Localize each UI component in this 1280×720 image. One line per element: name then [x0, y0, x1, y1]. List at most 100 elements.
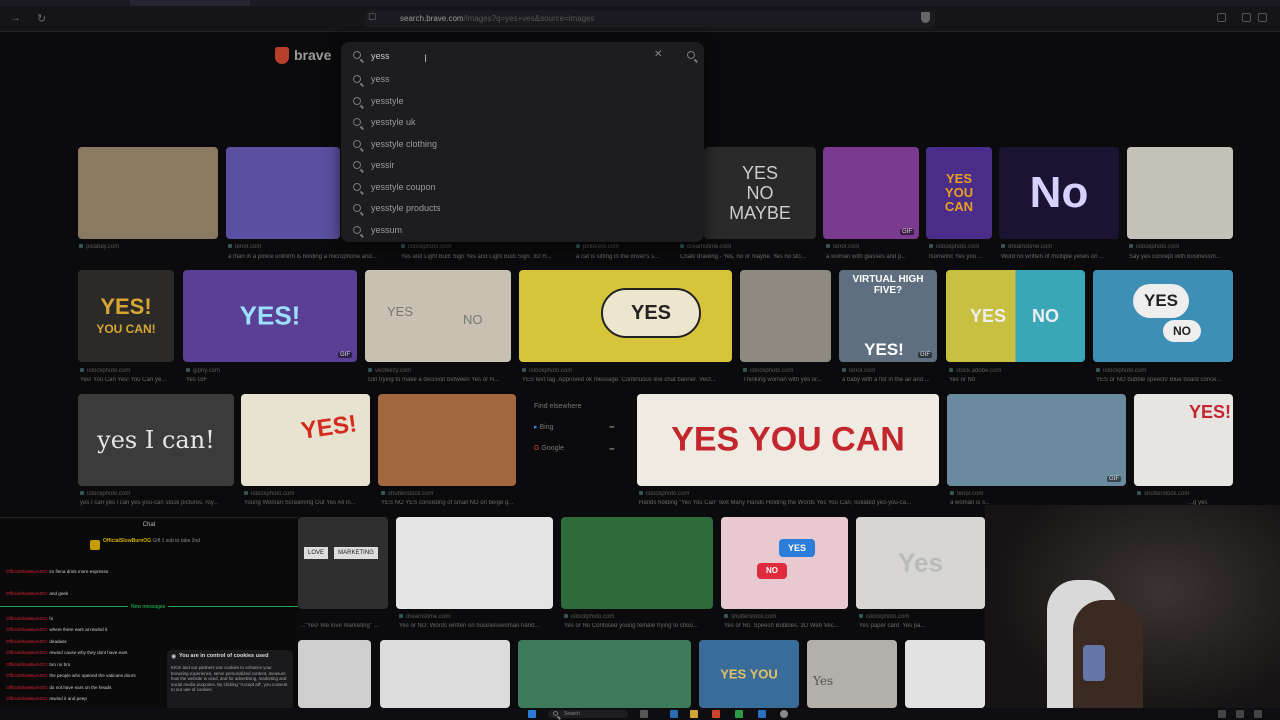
result-source[interactable]: stock.adobe.com	[949, 368, 1087, 374]
search-input[interactable]	[371, 48, 641, 63]
result-caption[interactable]: Yes or NO: Words written on businesswoma…	[399, 623, 555, 629]
xbox-icon[interactable]	[735, 710, 743, 718]
brave-logo[interactable]: brave	[275, 46, 331, 64]
reload-icon[interactable]: ↻	[37, 12, 46, 25]
result-image[interactable]	[378, 394, 516, 486]
result-caption[interactable]: Chalk drawing - Yes, no or maybe. Yes no…	[680, 254, 820, 260]
brave-shield-icon[interactable]	[921, 12, 930, 23]
result-caption[interactable]: Word no written of multiple yeses on ...	[1001, 254, 1123, 260]
forward-icon[interactable]: →	[10, 12, 21, 24]
share-icon[interactable]: ➦	[609, 445, 615, 453]
result-source[interactable]: dreamstime.com	[680, 244, 800, 250]
result-caption[interactable]: a woman with glasses and p...	[826, 254, 926, 260]
result-caption[interactable]: ..."Yes! We love marketing" ...	[300, 623, 390, 629]
find-bing-link[interactable]: ▸ Bing	[534, 423, 553, 431]
result-image[interactable]: YES NO MAYBE	[704, 147, 816, 239]
address-bar[interactable]: ☐ search.brave.com/images?q=yes+ves&sour…	[365, 10, 935, 27]
result-image[interactable]: GIF	[947, 394, 1126, 486]
result-caption[interactable]: Isometric Yes you ...	[929, 254, 997, 260]
result-caption[interactable]: Yes or No	[949, 377, 1087, 383]
network-icon[interactable]	[1236, 710, 1244, 718]
result-caption[interactable]: YES text tag. Approved ok message. Conti…	[522, 377, 734, 383]
result-source[interactable]: tenor.com	[842, 368, 940, 374]
result-image[interactable]: YES YOU	[699, 640, 799, 708]
volume-icon[interactable]	[1254, 710, 1262, 718]
result-image[interactable]	[518, 640, 691, 708]
result-source[interactable]: istockphoto.com	[401, 244, 521, 250]
result-source[interactable]: shutterstock.com	[381, 491, 517, 497]
tray-chevron-icon[interactable]	[1218, 710, 1226, 718]
result-source[interactable]: shutterstock.com	[724, 614, 850, 620]
result-source[interactable]: tenor.com	[826, 244, 922, 250]
result-image[interactable]: YES! GIF	[183, 270, 357, 362]
playlist-icon[interactable]	[1242, 13, 1251, 22]
search-submit-icon[interactable]	[687, 51, 695, 59]
result-caption[interactable]: Yes or No. Speech Bubbles. 3D Web Vec...	[724, 623, 850, 629]
result-caption[interactable]: Thinking woman with yes or...	[743, 377, 833, 383]
clear-icon[interactable]: ✕	[654, 49, 662, 60]
result-image[interactable]	[905, 640, 985, 708]
result-image[interactable]: No	[999, 147, 1119, 239]
result-caption[interactable]: YES NO YES consisting of small NO on bei…	[381, 500, 517, 506]
result-image[interactable]: Yes	[807, 640, 897, 708]
result-caption[interactable]: Girl trying to make a decision between Y…	[368, 377, 514, 383]
result-caption[interactable]: Yes GIF	[186, 377, 286, 383]
result-image[interactable]: VIRTUAL HIGH FIVE? YES! GIF	[839, 270, 937, 362]
result-source[interactable]: istockphoto.com	[859, 614, 985, 620]
result-source[interactable]: istockphoto.com	[564, 614, 714, 620]
result-caption[interactable]: Say yes concept with businessm...	[1129, 254, 1235, 260]
result-image[interactable]: YES NO	[721, 517, 848, 609]
result-image[interactable]: YES!	[241, 394, 370, 486]
result-source[interactable]: istockphoto.com	[80, 368, 176, 374]
result-source[interactable]: istockphoto.com	[80, 491, 230, 497]
suggestion-item[interactable]: yess	[341, 69, 704, 90]
suggestion-item[interactable]: yesstyle clothing	[341, 134, 704, 155]
result-image[interactable]	[78, 147, 218, 239]
result-caption[interactable]: Young Woman Screaming Out Yes All In...	[244, 500, 370, 506]
result-caption[interactable]: YES or NO bubble speech/ Blue board conc…	[1096, 377, 1234, 383]
result-source[interactable]: pinterest.com	[576, 244, 696, 250]
task-view-icon[interactable]	[640, 710, 648, 718]
result-image[interactable]: YES	[519, 270, 732, 362]
result-image[interactable]	[740, 270, 831, 362]
result-source[interactable]: istockphoto.com	[639, 491, 839, 497]
result-caption[interactable]: a cat is sitting in the driver's s...	[576, 254, 676, 260]
result-source[interactable]: istockphoto.com	[522, 368, 662, 374]
suggestion-item[interactable]: yesstyle	[341, 91, 704, 112]
brave-taskbar-icon[interactable]	[712, 710, 720, 718]
result-source[interactable]: istockphoto.com	[244, 491, 370, 497]
result-source[interactable]: istockphoto.com	[743, 368, 833, 374]
result-image[interactable]: YES NO	[946, 270, 1085, 362]
result-image[interactable]: YES YOU CAN	[926, 147, 992, 239]
result-image[interactable]: Yes	[856, 517, 985, 609]
result-caption[interactable]: Yes paper card. Yes pa...	[859, 623, 985, 629]
result-image[interactable]: YES YOU CAN	[637, 394, 939, 486]
new-messages-label[interactable]: New messages	[128, 604, 169, 610]
suggestion-item[interactable]: yesstyle coupon	[341, 177, 704, 198]
result-image[interactable]: YES NO	[365, 270, 511, 362]
result-image[interactable]: YES! YOU CAN!	[78, 270, 174, 362]
suggestion-item[interactable]: yesstyle products	[341, 198, 704, 219]
result-image[interactable]	[561, 517, 713, 609]
suggestion-item[interactable]: yessum	[341, 220, 704, 241]
result-caption[interactable]: Yes! You Can Yes! You Can ye...	[80, 377, 178, 383]
file-explorer-icon[interactable]	[670, 710, 678, 718]
result-image[interactable]: YES NO	[1093, 270, 1233, 362]
result-image[interactable]: GIF	[823, 147, 919, 239]
result-image[interactable]: LOVE MARKETING	[298, 517, 388, 609]
tab-active[interactable]	[130, 0, 250, 6]
bookmark-icon[interactable]: ☐	[368, 12, 376, 23]
result-source[interactable]: istockphoto.com	[1129, 244, 1235, 250]
share-icon[interactable]: ➦	[609, 423, 615, 431]
find-google-link[interactable]: G Google	[534, 445, 564, 452]
result-source[interactable]: tenor.com	[228, 244, 338, 250]
result-image[interactable]: YES!	[1134, 394, 1233, 486]
result-source[interactable]: dreamstime.com	[1001, 244, 1119, 250]
result-source[interactable]: dreamstime.com	[399, 614, 549, 620]
result-image[interactable]	[298, 640, 371, 708]
result-image[interactable]	[380, 640, 510, 708]
result-caption[interactable]: Yes or No Confused young female trying t…	[564, 623, 714, 629]
result-source[interactable]: istockphoto.com	[1096, 368, 1234, 374]
result-source[interactable]: tenor.com	[950, 491, 1010, 497]
result-source[interactable]: giphy.com	[186, 368, 286, 374]
